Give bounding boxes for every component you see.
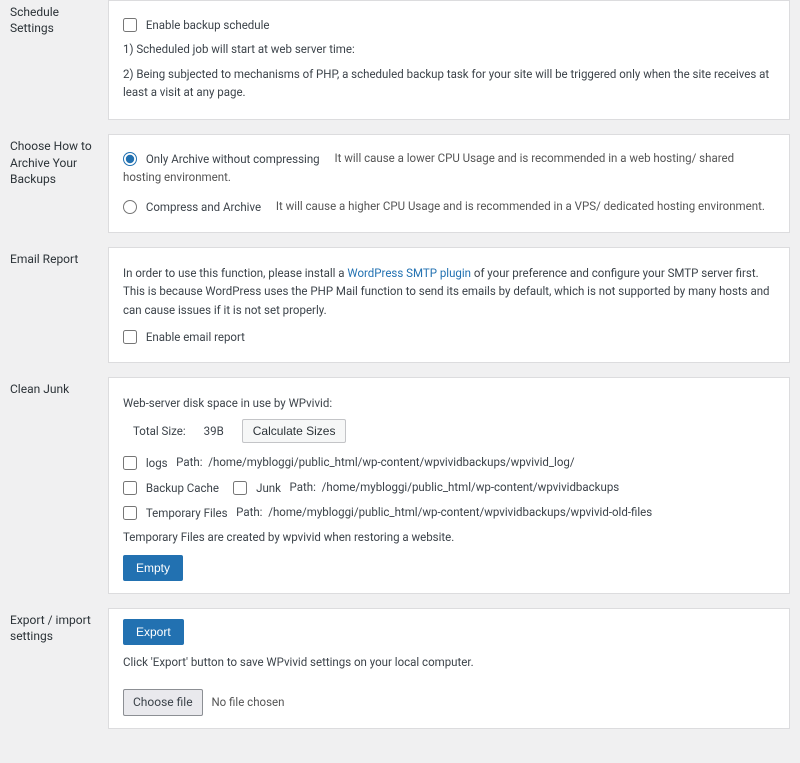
archive-compress-desc: It will cause a higher CPU Usage and is … [276,199,765,213]
temp-files-label: Temporary Files [146,506,228,520]
backup-cache-checkbox[interactable] [123,481,137,495]
export-note: Click 'Export' button to save WPvivid se… [123,653,775,671]
junk-body: Web-server disk space in use by WPvivid:… [108,377,790,593]
temp-note: Temporary Files are created by wpvivid w… [123,528,775,546]
schedule-body: Enable backup schedule 1) Scheduled job … [108,0,790,120]
archive-title: Choose How to Archive Your Backups [10,134,108,187]
email-body: In order to use this function, please in… [108,247,790,363]
schedule-note1: 1) Scheduled job will start at web serve… [123,40,775,58]
total-size-label: Total Size: [133,422,186,440]
archive-compress-label: Compress and Archive [146,200,261,214]
logs-checkbox[interactable] [123,456,137,470]
enable-schedule-label: Enable backup schedule [146,18,270,32]
schedule-note2: 2) Being subjected to mechanisms of PHP,… [123,65,775,102]
archive-body: Only Archive without compressing It will… [108,134,790,233]
temp-path: /home/mybloggi/public_html/wp-content/wp… [268,505,652,519]
export-title: Export / import settings [10,608,108,644]
no-file-text: No file chosen [211,695,284,709]
logs-label: logs [146,456,168,470]
export-body: Export Click 'Export' button to save WPv… [108,608,790,730]
junk-path: /home/mybloggi/public_html/wp-content/wp… [322,480,620,494]
junk-path-label: Path: [290,480,316,494]
junk-section: Clean Junk Web-server disk space in use … [10,377,790,593]
junk-title: Clean Junk [10,377,108,397]
backup-cache-label: Backup Cache [146,481,219,495]
junk-label: Junk [256,481,281,495]
enable-email-checkbox[interactable] [123,330,137,344]
temp-path-label: Path: [236,505,262,519]
smtp-plugin-link[interactable]: WordPress SMTP plugin [347,266,471,280]
schedule-section: Schedule Settings Enable backup schedule… [10,0,790,120]
archive-compress-radio[interactable] [123,200,137,214]
logs-path-label: Path: [176,455,202,469]
email-title: Email Report [10,247,108,267]
email-section: Email Report In order to use this functi… [10,247,790,363]
enable-schedule-checkbox[interactable] [123,18,137,32]
archive-section: Choose How to Archive Your Backups Only … [10,134,790,233]
enable-email-label: Enable email report [146,330,245,344]
email-info-pre: In order to use this function, please in… [123,266,347,280]
temp-files-checkbox[interactable] [123,506,137,520]
archive-only-label: Only Archive without compressing [146,152,320,166]
logs-path: /home/mybloggi/public_html/wp-content/wp… [208,455,574,469]
choose-file-button[interactable]: Choose file [123,689,203,716]
export-button[interactable]: Export [123,619,184,645]
export-section: Export / import settings Export Click 'E… [10,608,790,730]
archive-only-radio[interactable] [123,152,137,166]
disk-label: Web-server disk space in use by WPvivid: [123,394,775,412]
empty-button[interactable]: Empty [123,555,183,581]
total-size-value: 39B [204,422,224,440]
schedule-title: Schedule Settings [10,0,108,36]
calculate-sizes-button[interactable]: Calculate Sizes [242,419,347,443]
junk-checkbox[interactable] [233,481,247,495]
